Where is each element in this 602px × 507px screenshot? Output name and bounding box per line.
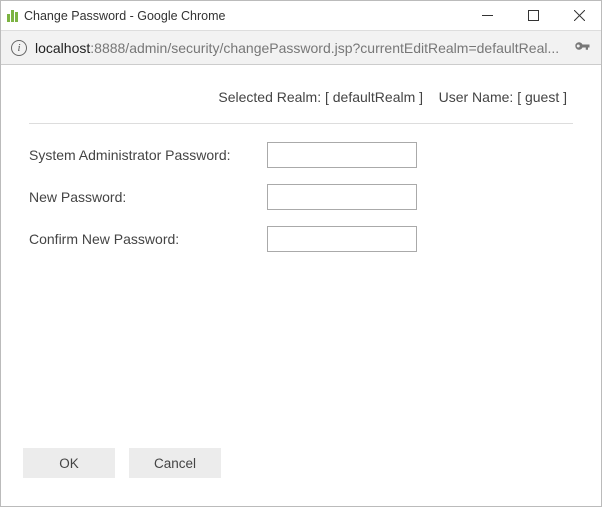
minimize-icon[interactable] — [473, 6, 501, 26]
realm-user-line: Selected Realm: [ defaultRealm ] User Na… — [29, 89, 573, 105]
window-titlebar: Change Password - Google Chrome — [1, 1, 601, 31]
confirm-password-label: Confirm New Password: — [29, 231, 267, 247]
url-host: localhost — [35, 40, 90, 56]
selected-realm-label: Selected Realm: — [218, 89, 321, 105]
user-name-label: User Name: — [439, 89, 514, 105]
confirm-password-input[interactable] — [267, 226, 417, 252]
new-password-input[interactable] — [267, 184, 417, 210]
url-text: localhost:8888/admin/security/changePass… — [35, 40, 565, 56]
admin-password-input[interactable] — [267, 142, 417, 168]
new-password-label: New Password: — [29, 189, 267, 205]
window-title: Change Password - Google Chrome — [24, 9, 226, 23]
address-bar[interactable]: i localhost:8888/admin/security/changePa… — [1, 31, 601, 65]
ok-button[interactable]: OK — [23, 448, 115, 478]
app-icon — [7, 10, 18, 22]
info-icon[interactable]: i — [11, 40, 27, 56]
key-icon[interactable] — [573, 37, 591, 58]
selected-realm-value: [ defaultRealm ] — [325, 89, 423, 105]
close-icon[interactable] — [565, 6, 593, 26]
user-name-value: [ guest ] — [517, 89, 567, 105]
url-path: :8888/admin/security/changePassword.jsp?… — [90, 40, 559, 56]
divider — [29, 123, 573, 124]
maximize-icon[interactable] — [519, 6, 547, 26]
admin-password-label: System Administrator Password: — [29, 147, 267, 163]
cancel-button[interactable]: Cancel — [129, 448, 221, 478]
page-content: Selected Realm: [ defaultRealm ] User Na… — [1, 65, 601, 506]
